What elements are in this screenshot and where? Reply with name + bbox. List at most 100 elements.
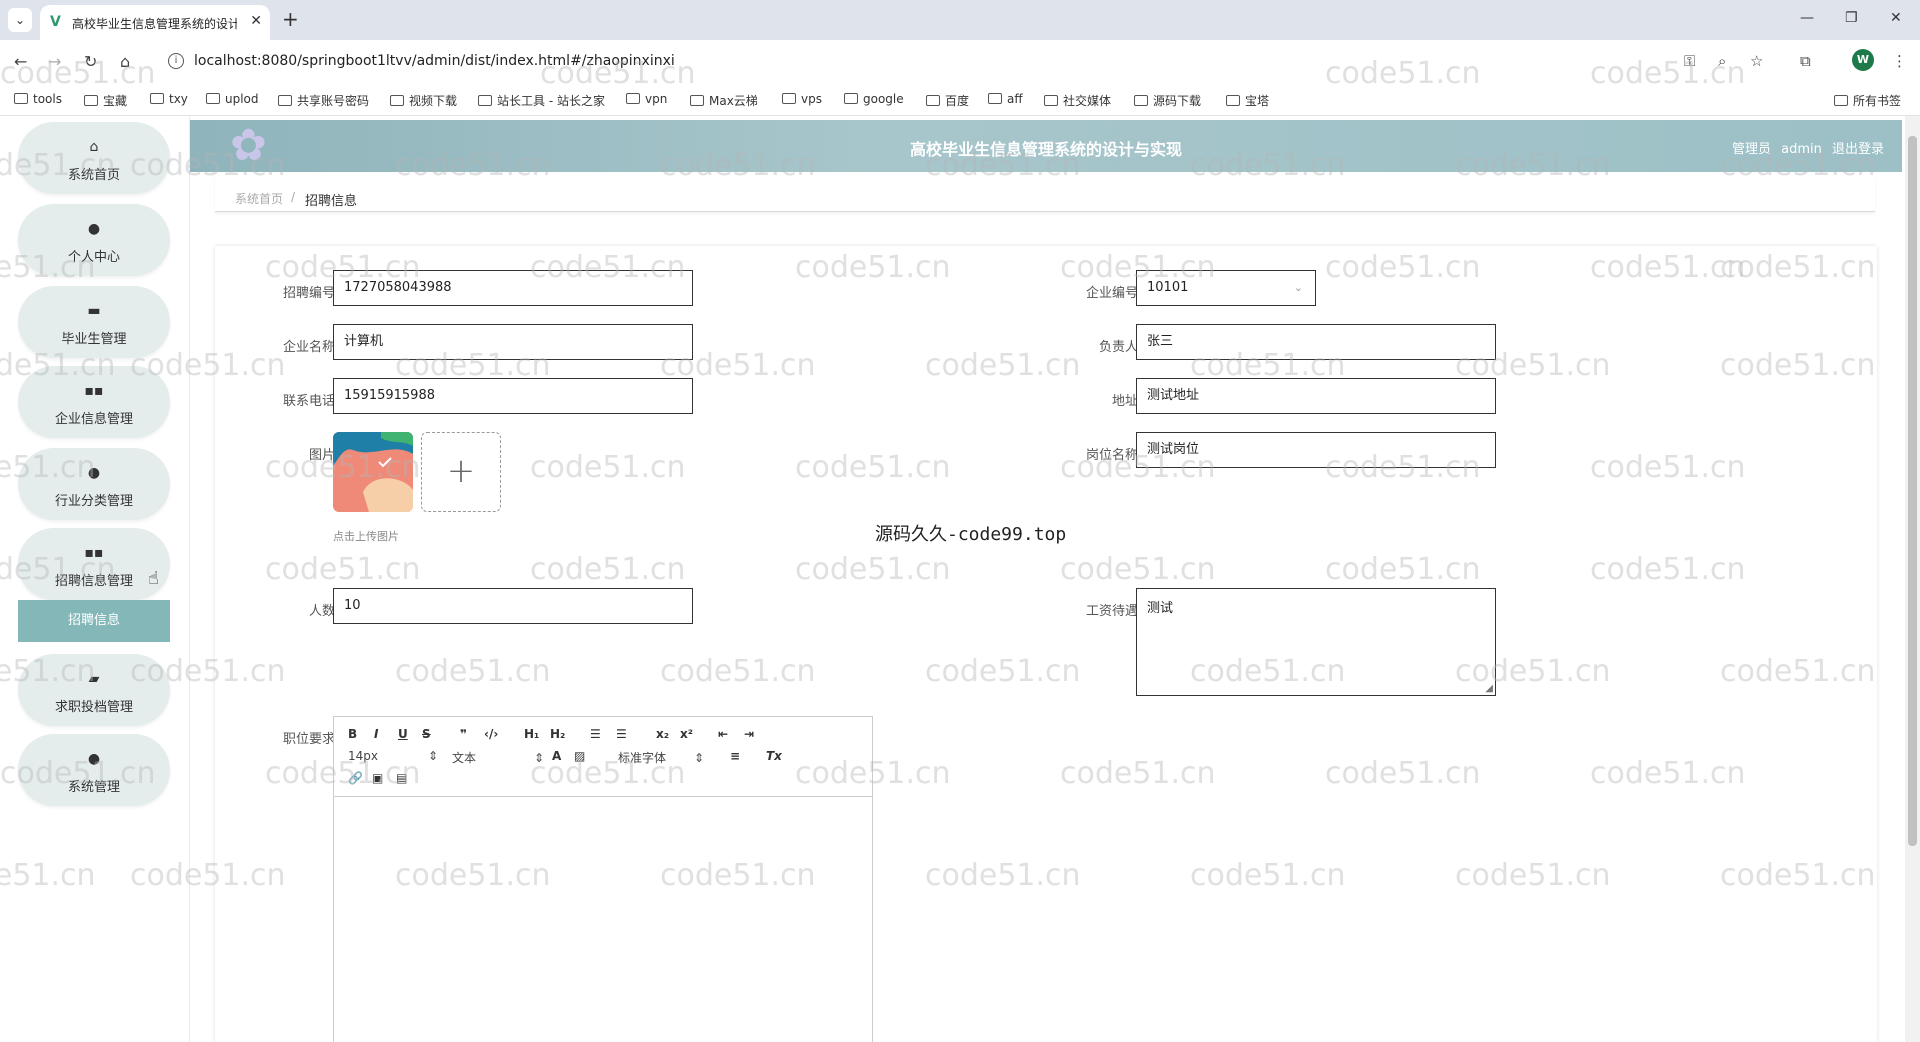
sidebar-item-graduates[interactable]: ▬ 毕业生管理 — [18, 286, 170, 358]
sidebar-item-companies[interactable]: ▪▪ 企业信息管理 — [18, 366, 170, 438]
scrollbar-thumb[interactable] — [1908, 136, 1917, 846]
bookmark-item[interactable]: vps — [782, 92, 822, 106]
reload-icon[interactable]: ↻ — [84, 52, 97, 71]
align-icon[interactable]: ≡ — [730, 749, 740, 763]
text-style-value: 文本 — [452, 751, 477, 765]
subscript-icon[interactable]: x₂ — [656, 727, 669, 741]
image-icon[interactable]: ▣ — [372, 771, 383, 785]
bookmark-item[interactable]: 百度 — [926, 92, 969, 109]
image-upload-button[interactable]: + — [421, 432, 501, 512]
background-color-icon[interactable]: ▨ — [574, 749, 585, 763]
bookmark-item[interactable]: aff — [988, 92, 1023, 106]
heading2-icon[interactable]: H₂ — [550, 727, 565, 741]
superscript-icon[interactable]: x² — [680, 727, 693, 741]
bookmark-item[interactable]: 宝藏 — [84, 92, 127, 109]
bookmark-item[interactable]: tools — [14, 92, 62, 106]
url-text: localhost:8080/springboot1ltvv/admin/dis… — [194, 53, 675, 69]
sidebar-item-industries[interactable]: ● 行业分类管理 — [18, 448, 170, 520]
bullet-list-icon[interactable]: ☰ — [616, 727, 627, 741]
folder-icon — [1134, 95, 1148, 106]
headcount-input[interactable]: 10 — [333, 588, 693, 624]
minimize-icon[interactable]: — — [1800, 10, 1814, 26]
company-no-value: 10101 — [1147, 280, 1189, 295]
sidebar-item-recruitment[interactable]: ▪▪ 招聘信息管理 — [18, 528, 170, 600]
bookmark-item[interactable]: vpn — [626, 92, 667, 106]
sidebar-item-system[interactable]: ● 系统管理 — [18, 734, 170, 806]
contact-person-input[interactable]: 张三 — [1136, 324, 1496, 360]
new-tab-icon[interactable]: + — [282, 8, 299, 30]
select-arrows-icon: ⇕ — [534, 751, 545, 765]
url-field[interactable]: i localhost:8080/springboot1ltvv/admin/d… — [160, 46, 1680, 78]
link-icon[interactable]: 🔗 — [348, 771, 363, 785]
font-size-select[interactable]: 14px ⇕ — [348, 749, 438, 763]
home-button-icon[interactable]: ⌂ — [120, 52, 130, 71]
bookmark-item[interactable]: txy — [150, 92, 188, 106]
bookmark-item[interactable]: 视频下载 — [390, 92, 457, 109]
back-icon[interactable]: ← — [14, 52, 27, 71]
requirements-editor[interactable]: B I U S ❞ ‹/› H₁ H₂ ☰ ☰ x₂ x² ⇤ ⇥ 14px ⇕ … — [333, 716, 873, 1042]
phone-input[interactable]: 15915915988 — [333, 378, 693, 414]
browser-menu-icon[interactable]: ⋮ — [1892, 52, 1907, 70]
bookmark-item[interactable]: 社交媒体 — [1044, 92, 1111, 109]
logout-link[interactable]: 退出登录 — [1832, 142, 1884, 157]
bookmark-item[interactable]: uplod — [206, 92, 259, 106]
tab-close-icon[interactable]: ✕ — [250, 13, 262, 29]
bookmark-item[interactable]: google — [844, 92, 904, 106]
resize-handle-icon[interactable]: ◢ — [1485, 683, 1493, 694]
sidebar-item-profile[interactable]: ● 个人中心 — [18, 204, 170, 276]
all-bookmarks[interactable]: 所有书签 — [1834, 92, 1901, 109]
folder-icon — [988, 93, 1002, 104]
bookmark-item[interactable]: 源码下载 — [1134, 92, 1201, 109]
submenu-item-recruitment-info[interactable]: 招聘信息 — [18, 600, 170, 642]
bookmark-star-icon[interactable]: ☆ — [1750, 52, 1763, 70]
text-style-select[interactable]: 文本 ⇕ — [452, 749, 544, 766]
window-close-icon[interactable]: ✕ — [1890, 10, 1902, 26]
sidebar-item-home[interactable]: ⌂ 系统首页 — [18, 122, 170, 194]
browser-tab[interactable]: V 高校毕业生信息管理系统的设计 ✕ — [40, 5, 270, 40]
company-name-input[interactable]: 计算机 — [333, 324, 693, 360]
bookmark-item[interactable]: Max云梯 — [690, 92, 758, 109]
underline-icon[interactable]: U — [398, 727, 408, 741]
bold-icon[interactable]: B — [348, 727, 357, 741]
breadcrumb-home[interactable]: 系统首页 — [235, 190, 283, 207]
font-color-icon[interactable]: A — [552, 749, 561, 763]
grid-icon: ▪▪ — [84, 383, 104, 399]
extensions-icon[interactable]: ⧉ — [1800, 52, 1811, 70]
site-info-icon[interactable]: i — [168, 53, 184, 69]
image-label: 图片 — [308, 448, 335, 463]
position-input[interactable]: 测试岗位 — [1136, 432, 1496, 468]
sidebar-item-label: 行业分类管理 — [54, 494, 133, 509]
bookmark-item[interactable]: 宝塔 — [1226, 92, 1269, 109]
tab-list-chevron-icon[interactable]: ⌄ — [8, 8, 32, 32]
password-key-icon[interactable]: ⚿ — [1684, 52, 1695, 70]
zhaopin-no-input[interactable]: 1727058043988 — [333, 270, 693, 306]
outdent-icon[interactable]: ⇤ — [718, 727, 728, 741]
ordered-list-icon[interactable]: ☰ — [590, 727, 601, 741]
bookmark-item[interactable]: 站长工具 - 站长之家 — [478, 92, 605, 109]
sidebar-item-applications[interactable]: ▰ 求职投档管理 — [18, 654, 170, 726]
font-family-select[interactable]: 标准字体 ⇕ — [618, 749, 704, 766]
site-icon — [278, 95, 292, 106]
code-icon[interactable]: ‹/› — [484, 727, 498, 741]
italic-icon[interactable]: I — [374, 727, 378, 741]
breadcrumb: 系统首页 / 招聘信息 — [215, 176, 1875, 212]
company-no-select[interactable]: 10101 ⌄ — [1136, 270, 1316, 306]
salary-textarea[interactable]: 测试 ◢ — [1136, 588, 1496, 696]
indent-icon[interactable]: ⇥ — [744, 727, 754, 741]
video-icon[interactable]: ▤ — [396, 771, 407, 785]
restore-icon[interactable]: ❐ — [1845, 10, 1858, 26]
strike-icon[interactable]: S — [422, 727, 431, 741]
sidebar-item-label: 个人中心 — [67, 250, 120, 265]
uploaded-image-thumbnail[interactable] — [333, 432, 413, 512]
heading1-icon[interactable]: H₁ — [524, 727, 539, 741]
folder-icon — [84, 95, 98, 106]
page-scrollbar[interactable] — [1905, 116, 1920, 1042]
address-input[interactable]: 测试地址 — [1136, 378, 1496, 414]
quote-icon[interactable]: ❞ — [460, 727, 467, 741]
zoom-icon[interactable]: ⌕ — [1718, 52, 1726, 70]
clear-format-icon[interactable]: Tx — [766, 749, 782, 763]
profile-avatar[interactable]: W — [1852, 49, 1874, 71]
bookmark-item[interactable]: 共享账号密码 — [278, 92, 369, 109]
sidebar-item-label: 毕业生管理 — [61, 332, 127, 347]
forward-icon[interactable]: → — [48, 52, 61, 71]
